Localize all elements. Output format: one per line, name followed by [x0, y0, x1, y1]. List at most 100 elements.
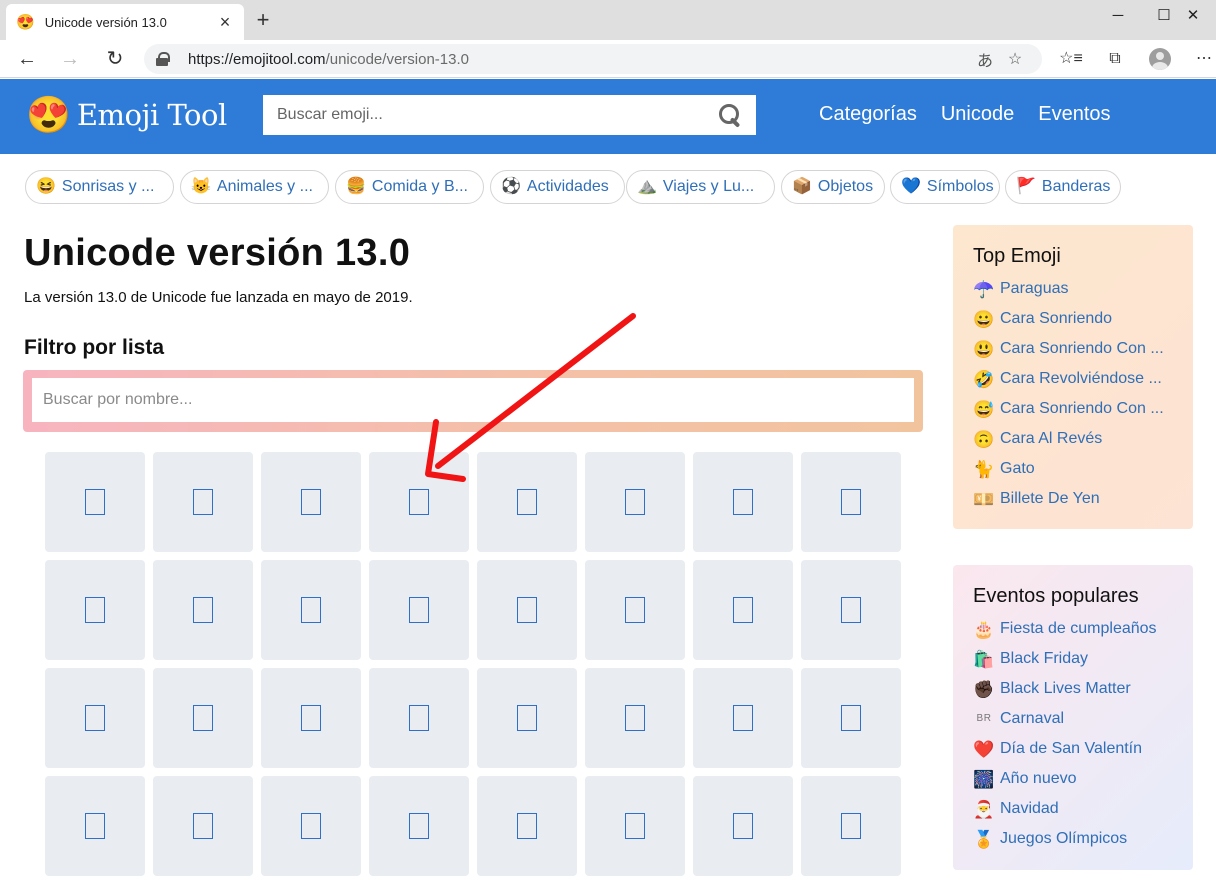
- emoji-cell[interactable]: [369, 560, 469, 660]
- emoji-cell[interactable]: [801, 452, 901, 552]
- top-emoji-item[interactable]: 🤣 Cara Revolviéndose ...: [973, 364, 1173, 394]
- url-field[interactable]: https://emojitool.com/unicode/version-13…: [144, 44, 1042, 74]
- close-window-icon[interactable]: ✕: [1170, 0, 1216, 30]
- event-item[interactable]: ✊🏿 Black Lives Matter: [973, 674, 1173, 704]
- category-animals[interactable]: 😺 Animales y ...: [180, 170, 329, 204]
- top-emoji-item[interactable]: 😀 Cara Sonriendo: [973, 304, 1173, 334]
- nav-unicode[interactable]: Unicode: [941, 103, 1014, 126]
- more-menu-icon[interactable]: ⋯: [1192, 48, 1216, 70]
- event-item[interactable]: 🛍️ Black Friday: [973, 644, 1173, 674]
- favorites-list-icon[interactable]: ☆≡: [1059, 48, 1083, 70]
- emoji-cell[interactable]: [585, 452, 685, 552]
- top-emoji-item[interactable]: 🙃 Cara Al Revés: [973, 424, 1173, 454]
- event-item[interactable]: 🎂 Fiesta de cumpleaños: [973, 614, 1173, 644]
- tab-close-icon[interactable]: ×: [216, 12, 234, 33]
- event-item[interactable]: 🎆 Año nuevo: [973, 764, 1173, 794]
- missing-glyph-icon: [841, 705, 861, 731]
- emoji-cell[interactable]: [801, 776, 901, 876]
- translate-icon[interactable]: あ: [970, 47, 1000, 71]
- emoji-cell[interactable]: [153, 452, 253, 552]
- emoji-cell[interactable]: [693, 668, 793, 768]
- brazil-flag-icon: BR: [976, 713, 992, 724]
- hamburger-icon: 🍔: [346, 178, 366, 195]
- grinning-face-icon: 😀: [973, 309, 995, 329]
- new-tab-icon[interactable]: +: [252, 8, 274, 32]
- event-item[interactable]: 🎅 Navidad: [973, 794, 1173, 824]
- missing-glyph-icon: [409, 597, 429, 623]
- filter-by-name-input[interactable]: [32, 378, 914, 422]
- emoji-cell[interactable]: [369, 452, 469, 552]
- emoji-cell[interactable]: [477, 776, 577, 876]
- missing-glyph-icon: [733, 705, 753, 731]
- mountain-icon: ⛰️: [637, 178, 657, 195]
- missing-glyph-icon: [841, 489, 861, 515]
- emoji-cell[interactable]: [45, 776, 145, 876]
- emoji-search-input[interactable]: [277, 106, 718, 124]
- top-emoji-item[interactable]: 😃 Cara Sonriendo Con ...: [973, 334, 1173, 364]
- category-flags[interactable]: 🚩 Banderas: [1005, 170, 1121, 204]
- emoji-cell[interactable]: [369, 776, 469, 876]
- emoji-cell[interactable]: [801, 668, 901, 768]
- site-logo[interactable]: 😍 Emoji Tool: [26, 95, 227, 135]
- emoji-cell[interactable]: [693, 776, 793, 876]
- event-item[interactable]: BR Carnaval: [973, 704, 1173, 734]
- emoji-cell[interactable]: [153, 560, 253, 660]
- emoji-cell[interactable]: [261, 452, 361, 552]
- minimize-window-icon[interactable]: ─: [1095, 0, 1141, 30]
- emoji-cell[interactable]: [585, 776, 685, 876]
- emoji-cell[interactable]: [801, 560, 901, 660]
- back-arrow-icon[interactable]: ←: [13, 46, 41, 72]
- red-flag-icon: 🚩: [1016, 178, 1036, 195]
- top-emoji-item[interactable]: 🐈 Gato: [973, 454, 1173, 484]
- raised-fist-icon: ✊🏿: [973, 679, 995, 699]
- missing-glyph-icon: [625, 705, 645, 731]
- emoji-cell[interactable]: [153, 668, 253, 768]
- missing-glyph-icon: [625, 489, 645, 515]
- emoji-cell[interactable]: [153, 776, 253, 876]
- emoji-cell[interactable]: [477, 560, 577, 660]
- category-smileys[interactable]: 😆 Sonrisas y ...: [25, 170, 174, 204]
- missing-glyph-icon: [193, 597, 213, 623]
- missing-glyph-icon: [733, 597, 753, 623]
- emoji-cell[interactable]: [45, 452, 145, 552]
- missing-glyph-icon: [733, 813, 753, 839]
- emoji-cell[interactable]: [477, 452, 577, 552]
- collections-icon[interactable]: ⧉: [1103, 48, 1127, 70]
- emoji-cell[interactable]: [369, 668, 469, 768]
- emoji-cell[interactable]: [261, 776, 361, 876]
- emoji-cell[interactable]: [585, 668, 685, 768]
- sports-medal-icon: 🏅: [973, 829, 995, 849]
- search-icon[interactable]: [718, 103, 742, 127]
- category-symbols[interactable]: 💙 Símbolos: [890, 170, 1000, 204]
- emoji-cell[interactable]: [477, 668, 577, 768]
- emoji-cell[interactable]: [45, 560, 145, 660]
- emoji-cell[interactable]: [261, 560, 361, 660]
- event-item[interactable]: ❤️ Día de San Valentín: [973, 734, 1173, 764]
- emoji-cell[interactable]: [45, 668, 145, 768]
- missing-glyph-icon: [409, 705, 429, 731]
- emoji-cell[interactable]: [693, 452, 793, 552]
- forward-arrow-icon[interactable]: →: [56, 46, 84, 72]
- top-emoji-item[interactable]: 💴 Billete De Yen: [973, 484, 1173, 514]
- missing-glyph-icon: [841, 813, 861, 839]
- category-objects[interactable]: 📦 Objetos: [781, 170, 885, 204]
- missing-glyph-icon: [517, 597, 537, 623]
- category-activities[interactable]: ⚽ Actividades: [490, 170, 625, 204]
- browser-tab[interactable]: 😍 Unicode versión 13.0 ×: [6, 4, 244, 40]
- nav-eventos[interactable]: Eventos: [1038, 103, 1110, 126]
- reload-icon[interactable]: ↻: [101, 46, 129, 72]
- profile-avatar-icon[interactable]: [1149, 48, 1171, 70]
- favorite-star-icon[interactable]: ☆: [1000, 49, 1030, 69]
- category-food[interactable]: 🍔 Comida y B...: [335, 170, 484, 204]
- popular-events-card: Eventos populares 🎂 Fiesta de cumpleaños …: [953, 565, 1193, 870]
- missing-glyph-icon: [193, 705, 213, 731]
- emoji-cell[interactable]: [261, 668, 361, 768]
- category-travel[interactable]: ⛰️ Viajes y Lu...: [626, 170, 775, 204]
- emoji-cell[interactable]: [693, 560, 793, 660]
- event-item[interactable]: 🏅 Juegos Olímpicos: [973, 824, 1173, 854]
- top-emoji-item[interactable]: 😅 Cara Sonriendo Con ...: [973, 394, 1173, 424]
- top-emoji-item[interactable]: ☂️ Paraguas: [973, 274, 1173, 304]
- nav-categorias[interactable]: Categorías: [819, 103, 917, 126]
- emoji-cell[interactable]: [585, 560, 685, 660]
- blue-heart-icon: 💙: [901, 178, 921, 195]
